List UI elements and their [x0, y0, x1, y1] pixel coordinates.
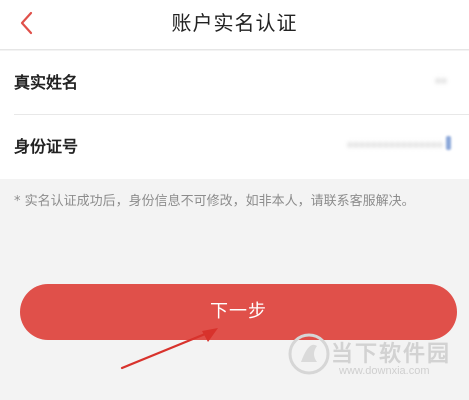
id-number-indicator: [446, 136, 451, 150]
id-number-value: ****************: [347, 140, 443, 154]
verification-notice: * 实名认证成功后，身份信息不可修改，如非本人，请联系客服解决。: [14, 194, 415, 209]
next-step-button[interactable]: 下一步: [20, 284, 457, 340]
watermark-logo-icon: [288, 333, 330, 375]
watermark-name: 当下软件园: [331, 342, 452, 367]
app-header: 账户实名认证: [0, 0, 469, 50]
real-name-row[interactable]: 真实姓名 **: [0, 51, 469, 115]
id-number-row[interactable]: 身份证号 ****************: [0, 115, 469, 179]
real-name-value: **: [435, 76, 447, 90]
id-number-label: 身份证号: [14, 137, 79, 156]
watermark-url: www.downxia.com: [339, 365, 430, 377]
verification-form: 真实姓名 ** 身份证号 ****************: [0, 51, 469, 179]
page-title: 账户实名认证: [171, 11, 298, 35]
real-name-label: 真实姓名: [14, 73, 79, 92]
annotation-arrow-icon: [120, 328, 218, 370]
